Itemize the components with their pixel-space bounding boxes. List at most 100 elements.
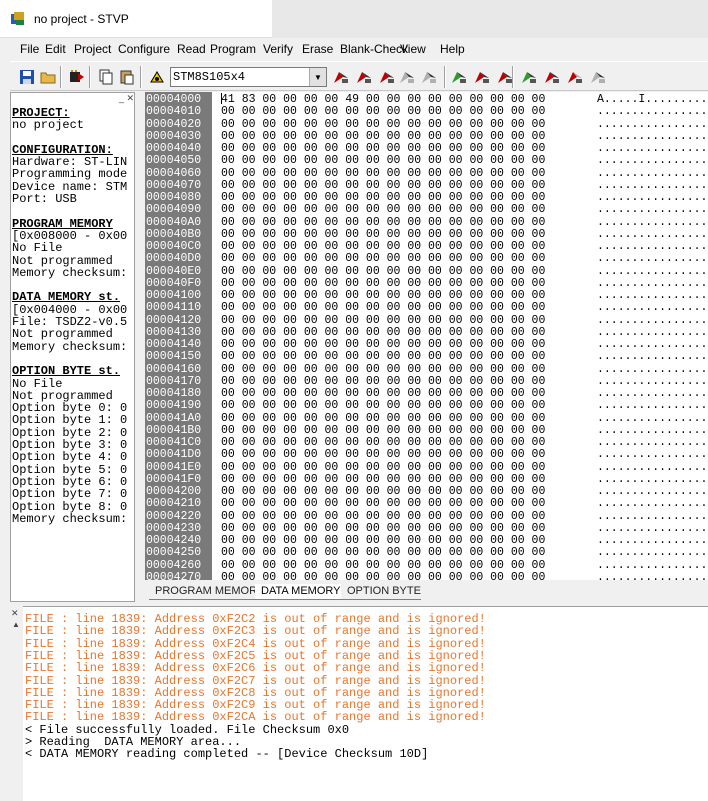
memory-hex-bytes[interactable]: 00 00 00 00 00 00 00 00 00 00 00 00 00 0… [221,192,545,204]
memory-row: 00004220 00 00 00 00 00 00 00 00 00 00 00… [145,510,708,523]
chevron-down-icon[interactable]: ▼ [309,68,326,86]
read-all-icon[interactable] [332,68,350,86]
memory-address: 000041C0 [146,436,202,449]
menu-help[interactable]: Help [440,42,465,56]
erase-tab-icon[interactable] [520,68,538,86]
erase-icon[interactable] [420,68,438,86]
memory-hex-bytes[interactable]: 00 00 00 00 00 00 00 00 00 00 00 00 00 0… [221,130,545,143]
memory-hex-bytes[interactable]: 00 00 00 00 00 00 00 00 00 00 00 00 00 0… [221,155,545,167]
memory-hex-bytes[interactable]: 00 00 00 00 00 00 00 00 00 00 00 00 00 0… [221,375,545,388]
tab-data-memory[interactable]: DATA MEMORY [255,584,341,600]
menu-edit[interactable]: Edit [45,42,66,56]
program-icon[interactable] [378,68,396,86]
memory-hex-bytes[interactable]: 00 00 00 00 00 00 00 00 00 00 00 00 00 0… [221,290,545,302]
memory-hex-bytes[interactable]: 00 00 00 00 00 00 00 00 00 00 00 00 00 0… [221,302,545,314]
memory-hex-bytes[interactable]: 00 00 00 00 00 00 00 00 00 00 00 00 00 0… [221,216,545,229]
menu-blank-check[interactable]: Blank-Check [340,42,408,56]
verify-icon[interactable] [398,68,416,86]
chip-read-icon[interactable] [68,68,86,86]
memory-hex-bytes[interactable]: 00 00 00 00 00 00 00 00 00 00 00 00 00 0… [221,118,545,131]
info-line: Programming mode [12,167,128,182]
memory-hex-bytes[interactable]: 00 00 00 00 00 00 00 00 00 00 00 00 00 0… [221,510,545,523]
read-tab-icon[interactable] [450,68,468,86]
open-icon[interactable] [39,68,57,86]
memory-hex-bytes[interactable]: 00 00 00 00 00 00 00 00 00 00 00 00 00 0… [221,265,545,278]
memory-hex-bytes[interactable]: 00 00 00 00 00 00 00 00 00 00 00 00 00 0… [221,363,545,376]
memory-hex-bytes[interactable]: 00 00 00 00 00 00 00 00 00 00 00 00 00 0… [221,535,545,547]
log-error-line: FILE : line 1839: Address 0xF2C9 is out … [25,698,486,713]
memory-hex-bytes[interactable]: 00 00 00 00 00 00 00 00 00 00 00 00 00 0… [221,559,545,572]
memory-hex-bytes[interactable]: 00 00 00 00 00 00 00 00 00 00 00 00 00 0… [221,167,545,180]
close-icon[interactable]: ✕ [11,608,19,619]
memory-row: 00004260 00 00 00 00 00 00 00 00 00 00 00… [145,558,708,572]
memory-hex-bytes[interactable]: 00 00 00 00 00 00 00 00 00 00 00 00 00 0… [221,326,545,339]
paste-icon[interactable] [118,68,136,86]
memory-hex-bytes[interactable]: 00 00 00 00 00 00 00 00 00 00 00 00 00 0… [221,498,545,510]
menu-read[interactable]: Read [177,42,206,56]
verify-current-icon[interactable] [589,68,607,86]
menu-erase[interactable]: Erase [302,42,333,56]
menu-configure[interactable]: Configure [118,42,170,56]
memory-hex-bytes[interactable]: 00 00 00 00 00 00 00 00 00 00 00 00 00 0… [221,179,545,192]
memory-hex-bytes[interactable]: 00 00 00 00 00 00 00 00 00 00 00 00 00 0… [221,241,545,253]
memory-hex-bytes[interactable]: 00 00 00 00 00 00 00 00 00 00 00 00 00 0… [221,400,545,412]
memory-hex-bytes[interactable]: 00 00 00 00 00 00 00 00 00 00 00 00 00 0… [221,437,545,449]
memory-row: 000041D0 00 00 00 00 00 00 00 00 00 00 00… [145,449,708,461]
memory-hex-bytes[interactable]: 00 00 00 00 00 00 00 00 00 00 00 00 00 0… [221,571,545,580]
memory-ascii: ................ [597,558,708,572]
memory-hex-bytes[interactable]: 00 00 00 00 00 00 00 00 00 00 00 00 00 0… [221,314,545,327]
memory-hex-bytes[interactable]: 00 00 00 00 00 00 00 00 00 00 00 00 00 0… [221,204,545,216]
memory-hex-bytes[interactable]: 00 00 00 00 00 00 00 00 00 00 00 00 00 0… [221,106,545,118]
scroll-up-icon[interactable]: ▲ [12,620,20,629]
memory-hex-bytes[interactable]: 00 00 00 00 00 00 00 00 00 00 00 00 00 0… [221,424,545,437]
device-icon[interactable] [148,68,166,86]
save-icon[interactable] [18,68,36,86]
menu-verify[interactable]: Verify [263,42,293,56]
memory-hex-bytes[interactable]: 00 00 00 00 00 00 00 00 00 00 00 00 00 0… [221,449,545,461]
memory-ascii: ................ [597,497,708,511]
menu-view[interactable]: View [400,42,426,56]
toolbar: STM8S105x4 ▼ [10,61,708,91]
info-section-heading: OPTION BYTE st. [12,364,121,379]
program-current-icon[interactable] [566,68,584,86]
tab-option-byte[interactable]: OPTION BYTE [341,584,421,600]
memory-hex-bytes[interactable]: 00 00 00 00 00 00 00 00 00 00 00 00 00 0… [221,461,545,474]
info-line [12,205,127,217]
memory-address: 00004190 [146,399,202,413]
memory-hex-bytes[interactable]: 00 00 00 00 00 00 00 00 00 00 00 00 00 0… [221,412,545,425]
memory-hex-bytes[interactable]: 00 00 00 00 00 00 00 00 00 00 00 00 00 0… [221,486,545,498]
memory-address: 000040A0 [146,215,202,229]
menu-program[interactable]: Program [210,42,256,56]
memory-hex-bytes[interactable]: 00 00 00 00 00 00 00 00 00 00 00 00 00 0… [221,473,545,486]
memory-address: 00004030 [146,129,202,143]
toolbar-separator [140,66,142,88]
program-tab-icon[interactable] [473,68,491,86]
memory-hex-bytes[interactable]: 00 00 00 00 00 00 00 00 00 00 00 00 00 0… [221,228,545,241]
memory-hex-bytes[interactable]: 00 00 00 00 00 00 00 00 00 00 00 00 00 0… [221,253,545,265]
memory-hex-bytes[interactable]: 00 00 00 00 00 00 00 00 00 00 00 00 00 0… [221,522,545,535]
memory-hex-bytes[interactable]: 00 00 00 00 00 00 00 00 00 00 00 00 00 0… [221,351,545,363]
memory-ascii: ................ [597,436,708,449]
memory-hex-bytes[interactable]: 00 00 00 00 00 00 00 00 00 00 00 00 00 0… [221,547,545,559]
memory-hex-bytes[interactable]: 00 00 00 00 00 00 00 00 00 00 00 00 00 0… [221,339,545,351]
panel-controls[interactable]: _ ✕ [104,93,134,105]
memory-address: 00004230 [146,521,202,535]
memory-hex-bytes[interactable]: 00 00 00 00 00 00 00 00 00 00 00 00 00 0… [221,277,545,290]
verify-tab-icon[interactable] [496,68,514,86]
memory-hex-bytes[interactable]: 41 83 00 00 00 00 49 00 00 00 00 00 00 0… [221,94,545,106]
copy-icon[interactable] [97,68,115,86]
memory-address: 00004010 [146,105,202,119]
memory-view[interactable]: 00004000 41 83 00 00 00 00 49 00 00 00 00… [145,92,708,580]
tab-program-memory[interactable]: PROGRAM MEMORY [149,584,264,600]
memory-address: 000041B0 [146,423,202,437]
memory-address: 00004080 [146,191,202,204]
memory-hex-bytes[interactable]: 00 00 00 00 00 00 00 00 00 00 00 00 00 0… [221,388,545,400]
menu-file[interactable]: File [20,42,39,56]
menu-project[interactable]: Project [74,42,111,56]
log-panel[interactable]: FILE : line 1839: Address 0xF2C2 is out … [23,606,708,801]
read-icon[interactable] [355,68,373,86]
read-current-icon[interactable] [543,68,561,86]
device-select[interactable]: STM8S105x4 ▼ [170,67,327,87]
memory-hex-bytes[interactable]: 00 00 00 00 00 00 00 00 00 00 00 00 00 0… [221,143,545,155]
splitter[interactable] [135,92,145,602]
